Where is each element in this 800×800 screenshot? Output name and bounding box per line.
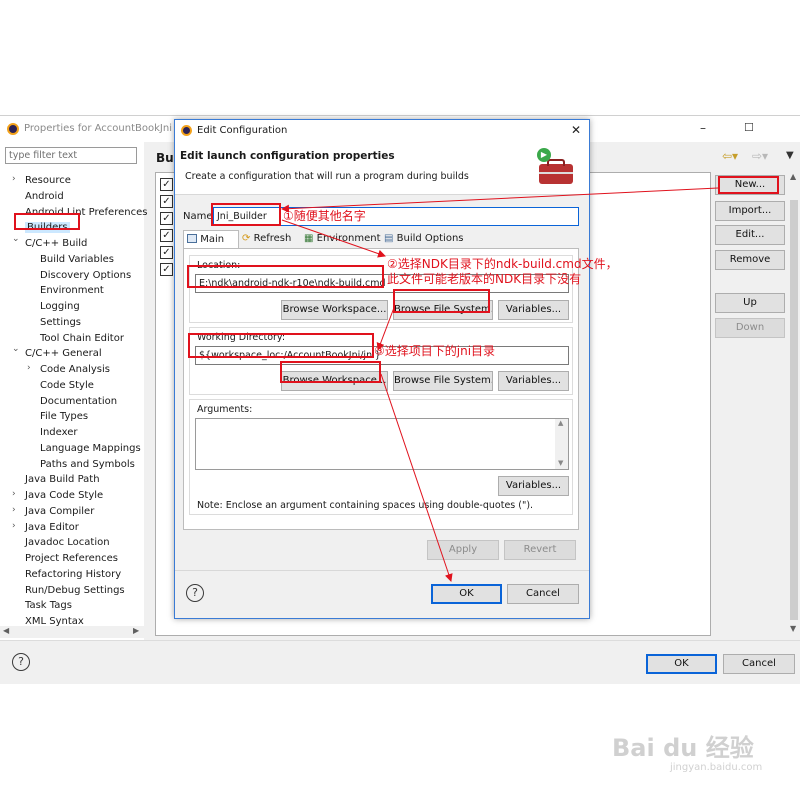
watermark-brand: Bai du 经验: [612, 734, 754, 762]
arrow-workspace-to-ok: [380, 373, 453, 582]
baidu-watermark: Bai du 经验 jingyan.baidu.com: [612, 728, 792, 788]
arrow-filesystem-to-workingdir: [376, 304, 396, 351]
annotation-arrows: [281, 187, 719, 582]
arrow-new-to-name: [281, 187, 719, 213]
watermark-url: jingyan.baidu.com: [670, 762, 763, 773]
arrow-name-to-step2: [281, 219, 386, 258]
